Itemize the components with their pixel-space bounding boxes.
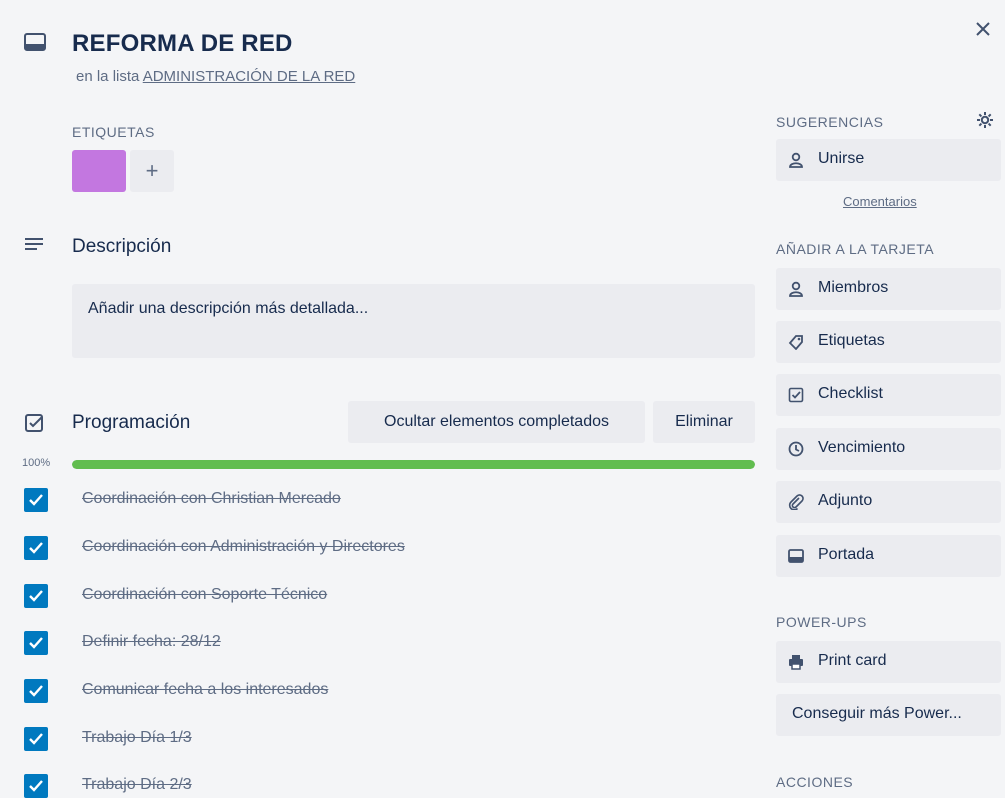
- user-icon: [788, 152, 804, 168]
- add-checklist-button[interactable]: Checklist: [776, 374, 1001, 416]
- labels-heading: ETIQUETAS: [72, 124, 155, 140]
- close-icon[interactable]: [968, 14, 998, 44]
- checklist-item-text[interactable]: Trabajo Día 1/3: [82, 729, 192, 747]
- comments-link[interactable]: Comentarios: [843, 194, 917, 209]
- tag-icon: [788, 334, 804, 350]
- checklist-item-checkbox[interactable]: [24, 488, 48, 512]
- checklist-item-text[interactable]: Coordinación con Administración y Direct…: [82, 538, 405, 556]
- more-powerups-label: Conseguir más Power...: [792, 705, 962, 722]
- actions-heading: ACCIONES: [776, 774, 854, 790]
- progress-percent: 100%: [22, 457, 51, 469]
- checklist-item-text[interactable]: Trabajo Día 2/3: [82, 776, 192, 794]
- clock-icon: [788, 441, 804, 457]
- checklist-item-checkbox[interactable]: [24, 679, 48, 703]
- cover-icon: [788, 548, 804, 564]
- add-tag-button[interactable]: Etiquetas: [776, 321, 1001, 363]
- add-item-label: Miembros: [818, 279, 889, 296]
- label-purple[interactable]: [72, 150, 126, 192]
- add-clock-button[interactable]: Vencimiento: [776, 428, 1001, 470]
- add-item-label: Etiquetas: [818, 332, 885, 349]
- checklist-item-checkbox[interactable]: [24, 536, 48, 560]
- print-card-label: Print card: [818, 652, 887, 669]
- add-members-button[interactable]: Miembros: [776, 268, 1001, 310]
- checklist-item-text[interactable]: Coordinación con Christian Mercado: [82, 490, 341, 508]
- checklist-item-text[interactable]: Coordinación con Soporte Técnico: [82, 586, 327, 604]
- hide-completed-button[interactable]: Ocultar elementos completados: [348, 401, 645, 443]
- add-paperclip-button[interactable]: Adjunto: [776, 481, 1001, 523]
- checklist-item-checkbox[interactable]: [24, 631, 48, 655]
- add-label-button[interactable]: +: [130, 150, 174, 192]
- checklist-item-checkbox[interactable]: [24, 727, 48, 751]
- card-icon: [24, 32, 46, 52]
- description-heading: Descripción: [72, 236, 172, 257]
- print-card-button[interactable]: Print card: [776, 641, 1001, 683]
- paperclip-icon: [788, 494, 804, 510]
- list-reference: en la lista ADMINISTRACIÓN DE LA RED: [76, 68, 355, 85]
- members-icon: [788, 281, 804, 297]
- join-label: Unirse: [818, 150, 865, 167]
- suggestions-heading: SUGERENCIAS: [776, 114, 884, 130]
- add-item-label: Checklist: [818, 385, 883, 402]
- add-to-card-heading: AÑADIR A LA TARJETA: [776, 241, 935, 257]
- progress-bar: [72, 460, 755, 469]
- checklist-item-text[interactable]: Definir fecha: 28/12: [82, 633, 221, 651]
- in-list-prefix: en la lista: [76, 68, 140, 85]
- add-item-label: Vencimiento: [818, 439, 906, 456]
- more-powerups-button[interactable]: Conseguir más Power...: [776, 694, 1001, 736]
- checklist-heading: Programación: [72, 412, 191, 433]
- powerups-heading: POWER-UPS: [776, 614, 867, 630]
- add-item-label: Portada: [818, 546, 875, 563]
- description-icon: [24, 237, 44, 253]
- join-button[interactable]: Unirse: [776, 139, 1001, 181]
- add-cover-button[interactable]: Portada: [776, 535, 1001, 577]
- progress-bar-fill: [72, 460, 755, 469]
- description-placeholder: Añadir una descripción más detallada...: [88, 300, 369, 317]
- description-input[interactable]: Añadir una descripción más detallada...: [72, 284, 755, 358]
- add-item-label: Adjunto: [818, 492, 873, 509]
- card-title[interactable]: REFORMA DE RED: [72, 30, 293, 58]
- checklist-item-text[interactable]: Comunicar fecha a los interesados: [82, 681, 328, 699]
- checklist-item-checkbox[interactable]: [24, 584, 48, 608]
- checklist-icon: [788, 387, 804, 403]
- printer-icon: [788, 654, 804, 670]
- list-link[interactable]: ADMINISTRACIÓN DE LA RED: [143, 68, 356, 85]
- checklist-icon: [24, 413, 44, 433]
- checklist-item-checkbox[interactable]: [24, 774, 48, 798]
- delete-checklist-button[interactable]: Eliminar: [653, 401, 755, 443]
- gear-icon[interactable]: [976, 111, 994, 129]
